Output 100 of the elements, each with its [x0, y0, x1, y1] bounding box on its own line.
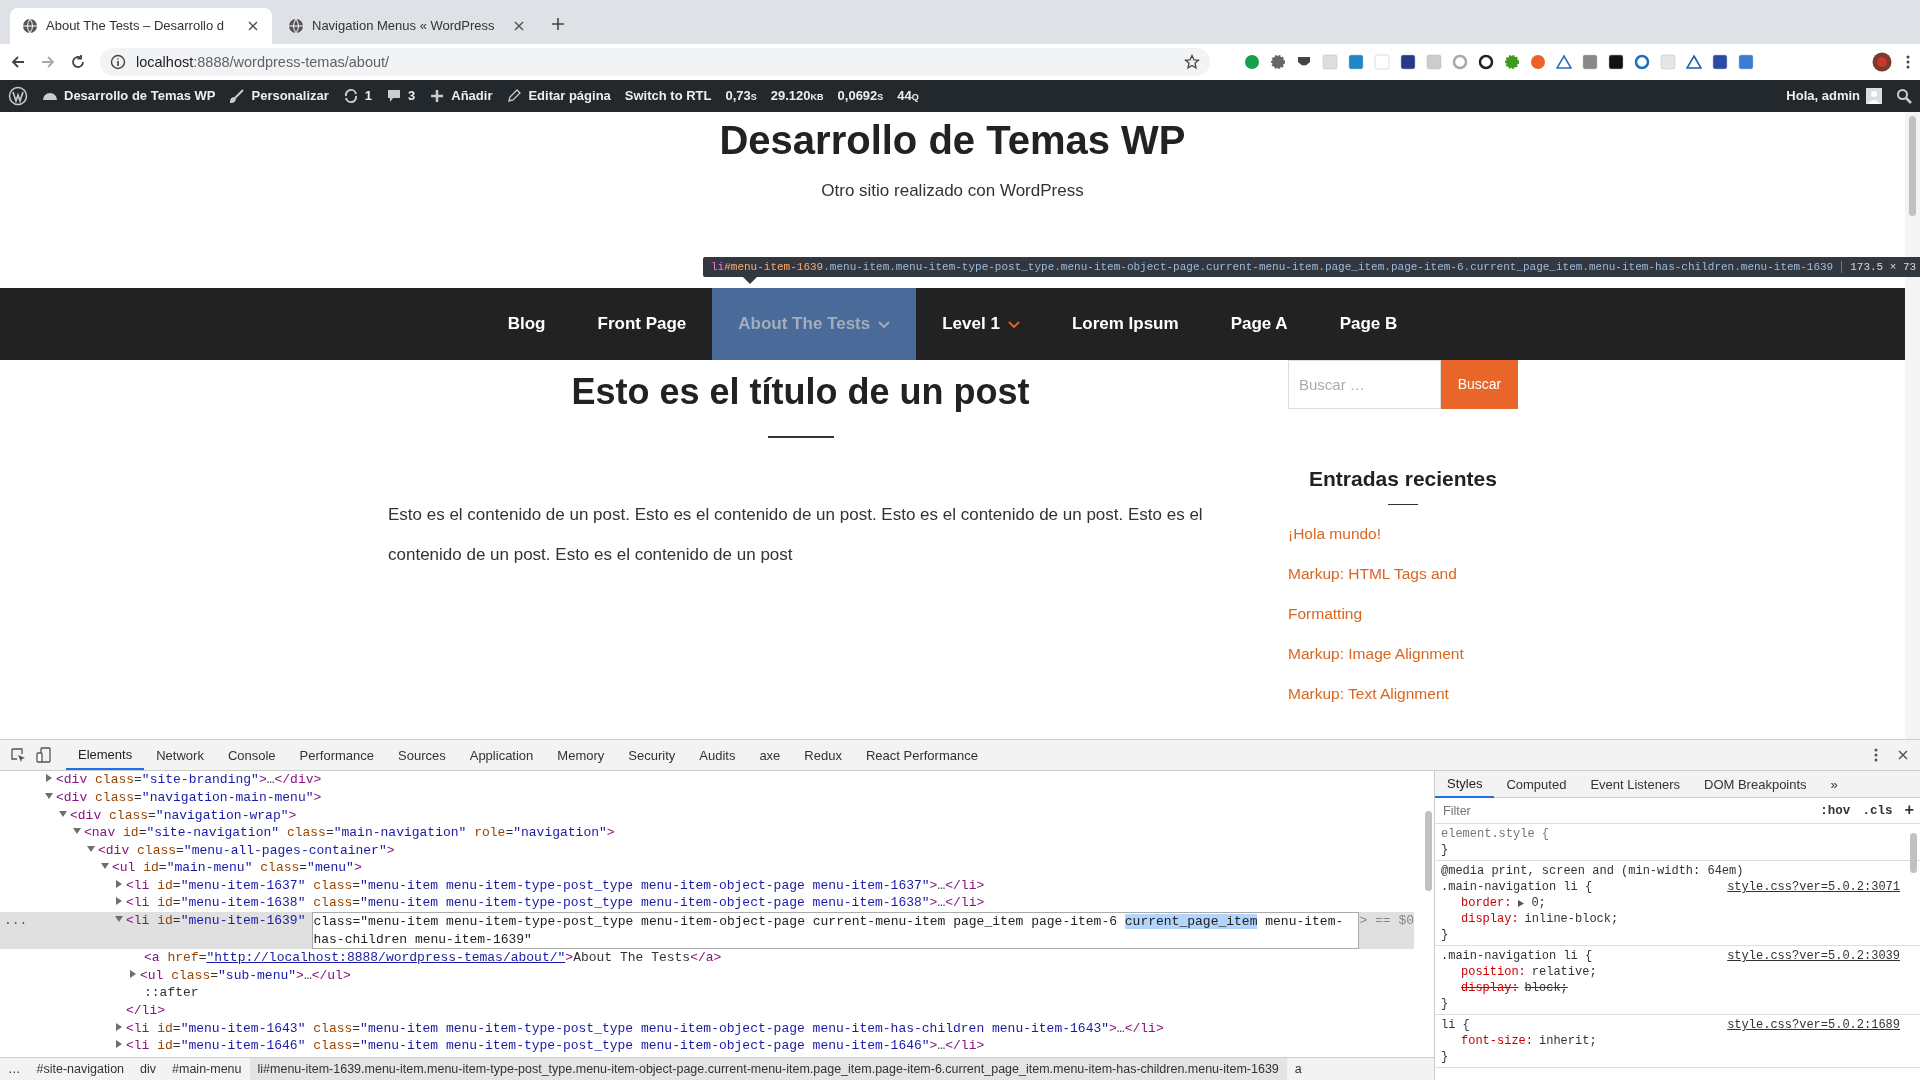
class-button[interactable]: .cls	[1862, 803, 1893, 818]
expand-triangle-icon[interactable]	[114, 1039, 124, 1050]
wordpress-logo-icon[interactable]	[8, 85, 28, 106]
dom-row[interactable]: <li id="menu-item-1646" class="menu-item menu-item-type-post_type menu-item-object-page menu-item-1646">…</li>	[0, 1037, 1414, 1055]
breadcrumb-item[interactable]: #main-menu	[164, 1058, 250, 1080]
css-value[interactable]: inline-block;	[1524, 911, 1619, 928]
close-icon[interactable]	[246, 18, 260, 33]
more-tabs-button[interactable]: »	[1818, 769, 1850, 800]
source-link[interactable]: style.css?ver=5.0.2:1689	[1727, 1017, 1900, 1034]
scrollbar-thumb[interactable]	[1425, 811, 1432, 892]
breadcrumb-item[interactable]: a	[1286, 1058, 1310, 1080]
css-property[interactable]: display:	[1461, 911, 1519, 928]
css-value[interactable]: inherit;	[1539, 1033, 1597, 1050]
styles-tab[interactable]: Event Listeners	[1578, 770, 1692, 799]
source-link[interactable]: style.css?ver=5.0.2:3039	[1727, 948, 1900, 965]
comments-count[interactable]: 3	[408, 88, 416, 104]
css-value[interactable]: block;	[1524, 980, 1568, 997]
reload-icon[interactable]	[70, 53, 86, 70]
recent-post-link[interactable]: Markup: Image Alignment	[1288, 633, 1518, 674]
dom-row[interactable]: <div class="navigation-wrap">	[0, 806, 1414, 825]
expand-triangle-icon[interactable]	[114, 1021, 124, 1032]
greeting-link[interactable]: Hola, admin	[1786, 88, 1860, 104]
browser-tab[interactable]: About The Tests – Desarrollo d	[10, 7, 272, 44]
bookmark-star-icon[interactable]	[1184, 53, 1200, 70]
breadcrumb-item[interactable]: div	[132, 1058, 165, 1080]
dom-row[interactable]: <li id="menu-item-1643" class="menu-item menu-item-type-post_type menu-item-object-page menu-item-has-children menu-item-1643">…</li>	[0, 1019, 1414, 1038]
search-icon[interactable]	[1896, 87, 1912, 104]
page-scrollbar[interactable]	[1905, 111, 1920, 740]
updates-count[interactable]: 1	[364, 88, 373, 104]
css-property[interactable]: border:	[1461, 895, 1512, 912]
devtools-tab[interactable]: Memory	[545, 740, 617, 771]
collapse-triangle-icon[interactable]	[58, 808, 68, 819]
site-title[interactable]: Desarrollo de Temas WP	[719, 115, 1186, 164]
devtools-tab[interactable]: React Performance	[853, 740, 990, 771]
nav-item[interactable]: Page B	[1313, 287, 1424, 360]
extension-icon[interactable]	[1608, 53, 1624, 70]
more-icon[interactable]	[1874, 747, 1878, 764]
devtools-tab[interactable]: Performance	[287, 740, 386, 771]
dom-row[interactable]: <div class="site-branding">…</div>	[0, 771, 1414, 789]
more-icon[interactable]	[1906, 53, 1910, 70]
expand-triangle-icon[interactable]	[1517, 898, 1526, 908]
scrollbar-thumb[interactable]	[1910, 833, 1917, 874]
stat-text[interactable]: 0,0692s	[837, 88, 884, 104]
styles-tab[interactable]: Computed	[1494, 770, 1579, 799]
styles-tab[interactable]: DOM Breakpoints	[1692, 770, 1819, 799]
css-value[interactable]: 0;	[1531, 895, 1546, 912]
breadcrumb-item[interactable]: li#menu-item-1639.menu-item.menu-item-type-post_type.menu-item-object-page.current-menu-item.page_item.page-item-6.current_page_item.menu-item-has-children.menu-item-1639	[249, 1058, 1287, 1080]
dom-row[interactable]: <li id="menu-item-1637" class="menu-item menu-item-type-post_type menu-item-object-page menu-item-1637">…</li>	[0, 876, 1414, 895]
dom-row[interactable]: <li id="menu-item-1638" class="menu-item menu-item-type-post_type menu-item-object-page menu-item-1638">…</li>	[0, 894, 1414, 913]
row-menu-dots[interactable]: ...	[4, 912, 28, 930]
extension-icon[interactable]	[1712, 53, 1728, 70]
inspect-icon[interactable]	[10, 747, 26, 764]
close-icon[interactable]	[512, 18, 526, 33]
nav-item[interactable]: Blog	[481, 287, 572, 360]
stat-text[interactable]: 29.120kb	[770, 88, 824, 104]
devtools-tab[interactable]: Network	[144, 740, 216, 771]
devtools-tab[interactable]: Elements	[66, 740, 145, 771]
nav-item[interactable]: Front Page	[571, 287, 713, 360]
new-link[interactable]: Añadir	[451, 88, 493, 104]
dom-row[interactable]: <a href="http://localhost:8888/wordpress-temas/about/">About The Tests</a>	[0, 949, 1414, 967]
extension-icon[interactable]	[1400, 53, 1416, 70]
devtools-tab[interactable]: Application	[457, 740, 546, 771]
expand-triangle-icon[interactable]	[114, 878, 124, 889]
devtools-tab[interactable]: Security	[616, 740, 688, 771]
devtools-tab[interactable]: Audits	[687, 740, 748, 771]
breadcrumb-item[interactable]: …	[0, 1058, 29, 1080]
recent-post-link[interactable]: Markup: Text Alignment	[1288, 673, 1518, 714]
extension-icon[interactable]	[1478, 53, 1494, 70]
css-property[interactable]: display:	[1461, 980, 1519, 997]
devtools-tab[interactable]: Console	[215, 740, 288, 771]
recent-post-link[interactable]: Markup: HTML Tags and Formatting	[1288, 553, 1518, 634]
dom-row[interactable]: <div class="navigation-main-menu">	[0, 788, 1414, 807]
dom-row[interactable]: <ul class="sub-menu">…</ul>	[0, 966, 1414, 985]
stat-text[interactable]: 44q	[897, 88, 919, 104]
selected-dom-row[interactable]: ... <li id="menu-item-1639" class="menu-item menu-item-type-post_type menu-item-object-page current-menu-item page_item page-item-6 current_page_item menu-item-has-children menu-item-1639" > == $0	[0, 912, 1414, 950]
source-link[interactable]: style.css?ver=5.0.2:3071	[1727, 879, 1900, 896]
site-name-link[interactable]: Desarrollo de Temas WP	[64, 88, 216, 104]
css-value[interactable]: relative;	[1531, 964, 1597, 981]
collapse-triangle-icon[interactable]	[44, 790, 54, 801]
switch-rtl-link[interactable]: Switch to RTL	[624, 88, 712, 104]
back-icon[interactable]	[10, 53, 26, 70]
css-property[interactable]: font-size:	[1461, 1033, 1533, 1050]
stat-text[interactable]: 0,73s	[725, 88, 757, 104]
devtools-tab[interactable]: Sources	[386, 740, 458, 771]
collapse-triangle-icon[interactable]	[86, 843, 96, 854]
profile-avatar-icon[interactable]	[1872, 51, 1892, 72]
expand-triangle-icon[interactable]	[114, 896, 124, 907]
search-field[interactable]: Buscar …	[1288, 359, 1441, 409]
browser-tab[interactable]: Navigation Menus « WordPress	[276, 7, 538, 44]
devtools-tab[interactable]: axe	[747, 740, 793, 771]
dom-row[interactable]: <nav id="site-navigation" class="main-navigation" role="navigation">	[0, 824, 1414, 842]
hover-state-button[interactable]: :hov	[1820, 803, 1851, 818]
edit-page-link[interactable]: Editar página	[528, 88, 611, 104]
nav-item[interactable]: Level 1	[916, 287, 1046, 360]
expand-triangle-icon[interactable]	[128, 968, 138, 979]
device-toolbar-icon[interactable]	[36, 747, 52, 764]
expand-triangle-icon[interactable]	[44, 773, 54, 784]
dom-row[interactable]: <div class="menu-all-pages-container">	[0, 841, 1414, 860]
nav-item[interactable]: Page A	[1204, 287, 1314, 360]
devtools-tab[interactable]: Redux	[792, 740, 854, 771]
